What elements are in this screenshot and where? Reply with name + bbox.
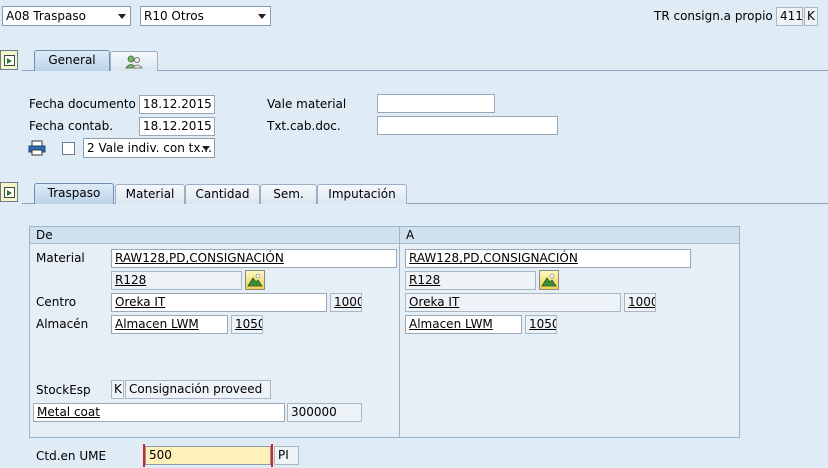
- from-vendor-code-field[interactable]: 300000: [287, 403, 362, 422]
- tab-traspaso[interactable]: Traspaso: [34, 183, 114, 204]
- to-plant-name-field[interactable]: Oreka IT: [405, 293, 621, 312]
- chevron-down-icon: [118, 14, 126, 19]
- quantity-unit-field[interactable]: PI: [274, 446, 299, 465]
- voucher-label: Vale material: [267, 97, 347, 111]
- from-vendor-name-field[interactable]: Metal coat: [33, 403, 285, 422]
- chevron-down-icon: [202, 146, 210, 151]
- from-sloc-name-field[interactable]: Almacen LWM: [111, 315, 228, 334]
- from-special-stock-label: StockEsp: [36, 383, 91, 397]
- header-text-field[interactable]: [377, 116, 558, 135]
- material-image-icon: [247, 273, 263, 287]
- from-material-desc-field[interactable]: RAW128,PD,CONSIGNACIÓN: [111, 249, 397, 268]
- print-version-value: 2 Vale indiv. con tx...: [87, 141, 212, 155]
- from-material-code-field[interactable]: R128: [111, 271, 242, 290]
- from-plant-name-field[interactable]: Oreka IT: [111, 293, 327, 312]
- action-value: A08 Traspaso: [6, 9, 86, 23]
- printer-icon[interactable]: [28, 140, 46, 156]
- tab-partners[interactable]: [110, 51, 158, 71]
- from-material-label: Material: [36, 251, 85, 265]
- tab-material[interactable]: Material: [115, 184, 185, 204]
- tab-cantidad[interactable]: Cantidad: [185, 184, 260, 204]
- print-checkbox[interactable]: [62, 142, 75, 155]
- item-expand-icon[interactable]: [0, 182, 18, 202]
- from-sloc-label: Almacén: [36, 317, 89, 331]
- tab-imputacion[interactable]: Imputación: [317, 184, 407, 204]
- chevron-down-icon: [258, 14, 266, 19]
- from-plant-code-field[interactable]: 1000: [330, 293, 362, 312]
- from-sloc-code-field[interactable]: 1050: [231, 315, 263, 334]
- required-field-marker: [143, 444, 273, 467]
- print-version-dropdown[interactable]: 2 Vale indiv. con tx...: [83, 138, 215, 158]
- from-material-image-button[interactable]: [245, 270, 265, 290]
- special-stock-indicator-field[interactable]: K: [804, 7, 818, 26]
- reference-dropdown[interactable]: R10 Otros: [140, 6, 271, 26]
- to-material-image-button[interactable]: [539, 270, 559, 290]
- to-sloc-code-field[interactable]: 1050: [525, 315, 557, 334]
- to-material-code-field[interactable]: R128: [405, 271, 536, 290]
- doc-date-field[interactable]: 18.12.2015: [139, 95, 215, 114]
- movement-code-field[interactable]: 411: [776, 7, 803, 26]
- tab-sem[interactable]: Sem.: [260, 184, 317, 204]
- voucher-field[interactable]: [377, 94, 495, 113]
- quantity-label: Ctd.en UME: [36, 449, 107, 463]
- doc-date-label: Fecha documento: [29, 97, 136, 111]
- post-date-label: Fecha contab.: [29, 119, 114, 133]
- movement-type-label: TR consign.a propio: [654, 9, 773, 23]
- action-dropdown[interactable]: A08 Traspaso: [2, 6, 131, 26]
- to-material-desc-field[interactable]: RAW128,PD,CONSIGNACIÓN: [405, 249, 691, 268]
- from-special-stock-desc-field[interactable]: Consignación proveed: [125, 380, 271, 399]
- header-text-label: Txt.cab.doc.: [267, 119, 341, 133]
- from-plant-label: Centro: [36, 295, 77, 309]
- material-image-icon: [541, 273, 557, 287]
- reference-value: R10 Otros: [144, 9, 204, 23]
- from-special-stock-code-field[interactable]: K: [111, 380, 124, 399]
- to-panel-title: A: [400, 227, 739, 244]
- users-icon: [125, 55, 143, 69]
- from-panel-title: De: [30, 227, 399, 244]
- to-sloc-name-field[interactable]: Almacen LWM: [405, 315, 522, 334]
- to-plant-code-field[interactable]: 1000: [624, 293, 656, 312]
- tab-general[interactable]: General: [34, 50, 110, 71]
- header-expand-icon[interactable]: [0, 50, 18, 70]
- post-date-field[interactable]: 18.12.2015: [139, 117, 215, 136]
